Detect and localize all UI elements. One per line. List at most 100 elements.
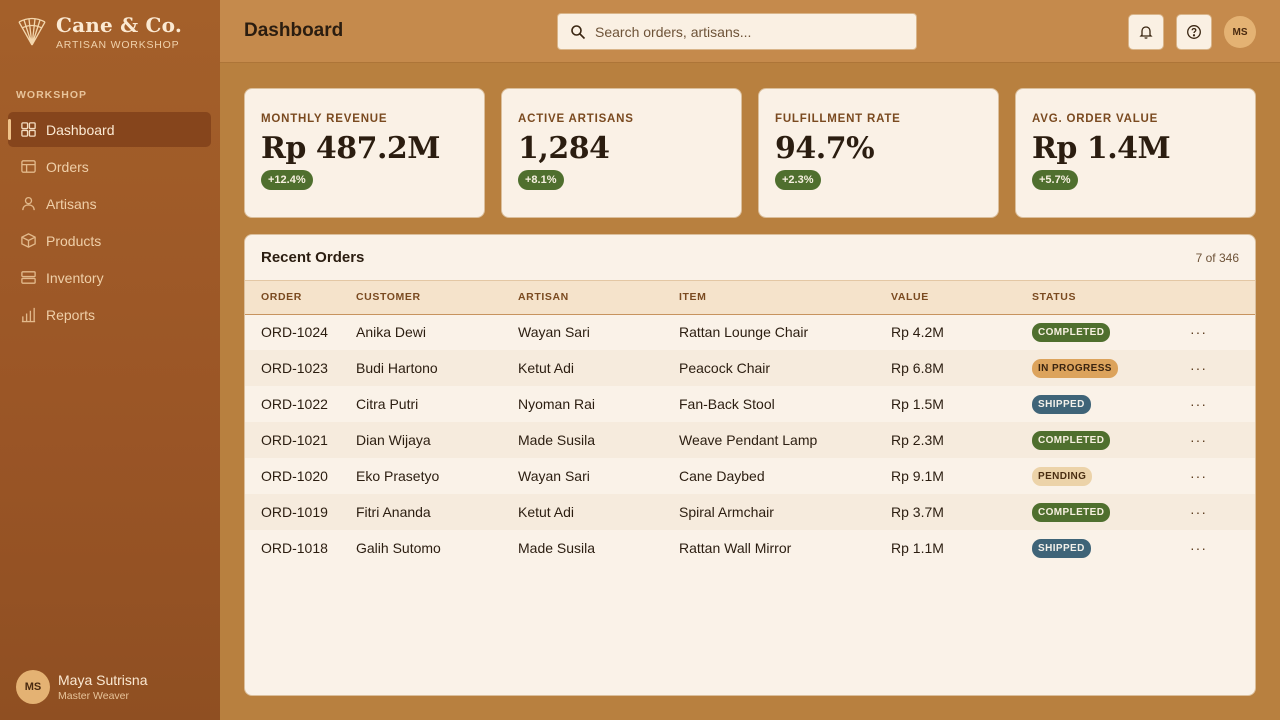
table-row[interactable]: ORD-1020 Eko Prasetyo Wayan Sari Cane Daybe… <box>245 458 1255 494</box>
cell-artisan: Made Susila <box>518 540 596 556</box>
more-actions-icon[interactable]: ··· <box>1190 396 1207 412</box>
column-header-value[interactable]: VALUE <box>891 281 1032 314</box>
more-actions-icon[interactable]: ··· <box>1190 324 1207 340</box>
cell-value: Rp 4.2M <box>891 324 944 341</box>
table-row[interactable]: ORD-1021 Dian Wijaya Made Susila Weave Pend… <box>245 422 1255 458</box>
cell-status: COMPLETED <box>1032 422 1190 458</box>
cell-artisan: Nyoman Rai <box>518 396 596 412</box>
notifications-button[interactable] <box>1128 14 1164 50</box>
kpi-row: MONTHLY REVENUE Rp 487.2M +12.4% ACTIVE … <box>244 88 1256 218</box>
search-box[interactable] <box>557 13 917 50</box>
cell-customer: Dian Wijaya <box>356 432 431 448</box>
cell-item: Rattan Lounge Chair <box>679 324 809 341</box>
help-icon <box>1187 25 1201 39</box>
recent-orders-panel: Recent Orders 7 of 346 ORDER CUSTOMER AR… <box>244 234 1256 696</box>
cell-actions: ··· <box>1190 350 1255 386</box>
column-header-artisan[interactable]: ARTISAN <box>518 281 679 314</box>
box-icon <box>21 233 36 248</box>
more-actions-icon[interactable]: ··· <box>1190 540 1207 556</box>
kpi-card-avg-order-value: AVG. ORDER VALUE Rp 1.4M +5.7% <box>1015 88 1256 218</box>
cell-customer: Anika Dewi <box>356 324 427 341</box>
more-actions-icon[interactable]: ··· <box>1190 468 1207 484</box>
fan-logo-icon <box>18 17 46 46</box>
sidebar-nav: Dashboard Orders Artisans Products Inven… <box>8 112 211 334</box>
user-profile[interactable]: MS Maya Sutrisna Master Weaver <box>16 670 147 704</box>
table-header-row: ORDER CUSTOMER ARTISAN ITEM VALUE STATUS <box>245 281 1255 314</box>
brand-name: Cane & Co. <box>56 13 182 37</box>
cell-status: SHIPPED <box>1032 530 1190 566</box>
cell-value: Rp 9.1M <box>891 468 944 484</box>
cell-actions: ··· <box>1190 386 1255 422</box>
sidebar-item-artisans[interactable]: Artisans <box>8 186 211 221</box>
orders-table-body: ORD-1024 Anika Dewi Wayan Sari Rattan Loung… <box>245 314 1255 566</box>
cell-customer: Galih Sutomo <box>356 540 441 556</box>
cell-customer: Fitri Ananda <box>356 504 431 520</box>
avatar[interactable]: MS <box>1224 16 1256 48</box>
cell-status: COMPLETED <box>1032 314 1190 350</box>
stack-icon <box>21 271 36 284</box>
brand[interactable]: Cane & Co. ARTISAN WORKSHOP <box>16 14 182 51</box>
kpi-delta-badge: +5.7% <box>1032 170 1078 190</box>
person-icon <box>22 196 35 211</box>
kpi-delta-badge: +8.1% <box>518 170 564 190</box>
more-actions-icon[interactable]: ··· <box>1190 360 1207 376</box>
user-name: Maya Sutrisna <box>58 672 148 688</box>
sidebar-item-reports[interactable]: Reports <box>8 297 211 332</box>
column-header-customer[interactable]: CUSTOMER <box>356 281 518 314</box>
status-badge: SHIPPED <box>1032 539 1091 558</box>
cell-order: ORD-1024 <box>261 324 328 341</box>
help-button[interactable] <box>1176 14 1212 50</box>
orders-title: Recent Orders <box>261 249 365 266</box>
cell-item: Rattan Wall Mirror <box>679 540 792 556</box>
nav-section-label: WORKSHOP <box>16 89 87 101</box>
cell-value: Rp 3.7M <box>891 504 944 520</box>
column-header-order[interactable]: ORDER <box>245 281 356 314</box>
status-badge: IN PROGRESS <box>1032 359 1118 378</box>
cell-order: ORD-1023 <box>261 360 328 376</box>
cell-actions: ··· <box>1190 422 1255 458</box>
table-row[interactable]: ORD-1018 Galih Sutomo Made Susila Rattan Wa… <box>245 530 1255 566</box>
sidebar-item-inventory[interactable]: Inventory <box>8 260 211 295</box>
user-role: Master Weaver <box>58 690 129 702</box>
orders-count: 7 of 346 <box>1195 250 1239 265</box>
sidebar-item-label: Artisans <box>46 195 97 212</box>
cell-actions: ··· <box>1190 458 1255 494</box>
status-badge: COMPLETED <box>1032 503 1111 522</box>
kpi-card-fulfillment-rate: FULFILLMENT RATE 94.7% +2.3% <box>758 88 999 218</box>
table-row[interactable]: ORD-1022 Citra Putri Nyoman Rai Fan-Back St… <box>245 386 1255 422</box>
column-header-item[interactable]: ITEM <box>679 281 891 314</box>
more-actions-icon[interactable]: ··· <box>1190 504 1207 520</box>
cell-status: SHIPPED <box>1032 386 1190 422</box>
bell-icon <box>1139 26 1153 39</box>
cell-order: ORD-1018 <box>261 540 328 556</box>
column-header-status[interactable]: STATUS <box>1032 281 1190 314</box>
cell-item: Spiral Armchair <box>679 504 774 520</box>
cell-order: ORD-1021 <box>261 432 328 448</box>
sidebar-item-label: Reports <box>46 306 96 323</box>
cell-status: IN PROGRESS <box>1032 350 1190 386</box>
grid-icon <box>21 122 36 137</box>
table-row[interactable]: ORD-1023 Budi Hartono Ketut Adi Peacock Cha… <box>245 350 1255 386</box>
cell-artisan: Ketut Adi <box>518 360 575 376</box>
kpi-value: 94.7% <box>775 131 875 166</box>
sidebar-item-label: Dashboard <box>46 121 115 138</box>
table-row[interactable]: ORD-1019 Fitri Ananda Ketut Adi Spiral Armc… <box>245 494 1255 530</box>
cell-artisan: Ketut Adi <box>518 504 575 520</box>
cell-status: PENDING <box>1032 458 1190 494</box>
cell-customer: Budi Hartono <box>356 360 438 376</box>
page-title: Dashboard <box>244 20 344 41</box>
avatar: MS <box>16 670 50 704</box>
sidebar-item-orders[interactable]: Orders <box>8 149 211 184</box>
cell-value: Rp 1.5M <box>891 396 944 412</box>
status-badge: COMPLETED <box>1032 431 1111 450</box>
more-actions-icon[interactable]: ··· <box>1190 432 1207 448</box>
cell-value: Rp 1.1M <box>891 540 944 556</box>
kpi-label: MONTHLY REVENUE <box>261 113 388 125</box>
sidebar-item-dashboard[interactable]: Dashboard <box>8 112 211 147</box>
sidebar-item-label: Inventory <box>46 269 104 286</box>
sidebar-item-products[interactable]: Products <box>8 223 211 258</box>
search-input[interactable] <box>595 23 895 40</box>
cell-item: Weave Pendant Lamp <box>679 432 818 448</box>
table-row[interactable]: ORD-1024 Anika Dewi Wayan Sari Rattan Loung… <box>245 314 1255 350</box>
kpi-label: AVG. ORDER VALUE <box>1032 113 1159 125</box>
